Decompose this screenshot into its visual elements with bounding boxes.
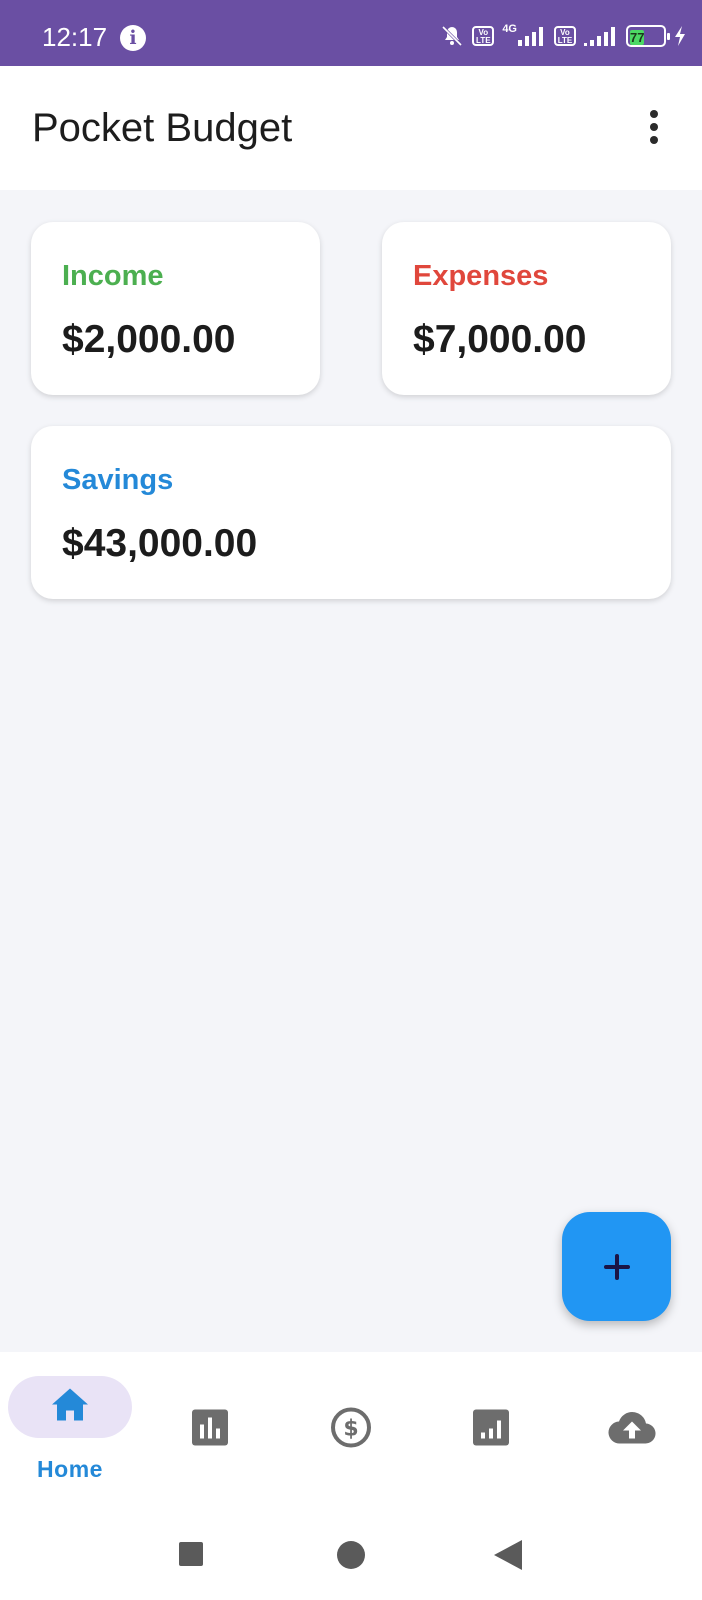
nav-label-home: Home: [37, 1456, 103, 1482]
nav-item-reports[interactable]: [421, 1352, 561, 1482]
volte-icon-2: Vo LTE: [554, 26, 576, 46]
savings-value: $43,000.00: [62, 522, 258, 565]
nav-item-home[interactable]: Home: [0, 1352, 140, 1482]
signal-icon: 4G: [502, 23, 546, 46]
plus-icon: [603, 1253, 630, 1280]
bar-chart-icon: [192, 1409, 228, 1451]
status-time: 12:17: [42, 22, 108, 52]
income-value: $2,000.00: [62, 318, 236, 361]
cloud-upload-icon: [608, 1411, 656, 1450]
report-chart-icon: [473, 1409, 509, 1451]
network-type: 4G: [502, 23, 517, 35]
svg-text:$: $: [343, 1417, 358, 1442]
nav-item-statistics[interactable]: [140, 1352, 280, 1482]
silent-bell-icon: [440, 24, 464, 48]
status-icons: Vo LTE 4G Vo LTE 77: [440, 22, 686, 50]
battery-level: 77: [630, 30, 645, 45]
dollar-circle-icon: $: [330, 1407, 372, 1454]
bottom-nav: Home $: [0, 1352, 702, 1500]
expenses-card[interactable]: Expenses $7,000.00: [382, 222, 671, 395]
expenses-value: $7,000.00: [413, 318, 587, 361]
back-triangle-icon[interactable]: [494, 1540, 522, 1570]
info-icon: i: [120, 25, 146, 51]
savings-label: Savings: [62, 464, 174, 496]
nav-item-transactions[interactable]: $: [281, 1352, 421, 1482]
savings-card[interactable]: Savings $43,000.00: [31, 426, 671, 599]
status-bar: 12:17 i Vo LTE 4G Vo LTE 77: [0, 0, 702, 66]
charging-icon: [674, 26, 686, 46]
volte-icon: Vo LTE: [472, 26, 495, 46]
add-transaction-button[interactable]: [562, 1212, 671, 1321]
signal-icon-2: [584, 26, 618, 46]
recents-square-icon[interactable]: [179, 1542, 203, 1566]
nav-item-backup[interactable]: [562, 1352, 702, 1482]
home-icon: [50, 1387, 90, 1428]
income-card[interactable]: Income $2,000.00: [31, 222, 320, 395]
more-vert-icon[interactable]: [642, 110, 666, 150]
income-label: Income: [62, 260, 164, 292]
app-bar: Pocket Budget: [0, 66, 702, 190]
expenses-label: Expenses: [413, 260, 549, 292]
app-title: Pocket Budget: [32, 106, 293, 150]
home-circle-icon[interactable]: [337, 1541, 365, 1569]
battery-icon: 77: [626, 25, 670, 47]
